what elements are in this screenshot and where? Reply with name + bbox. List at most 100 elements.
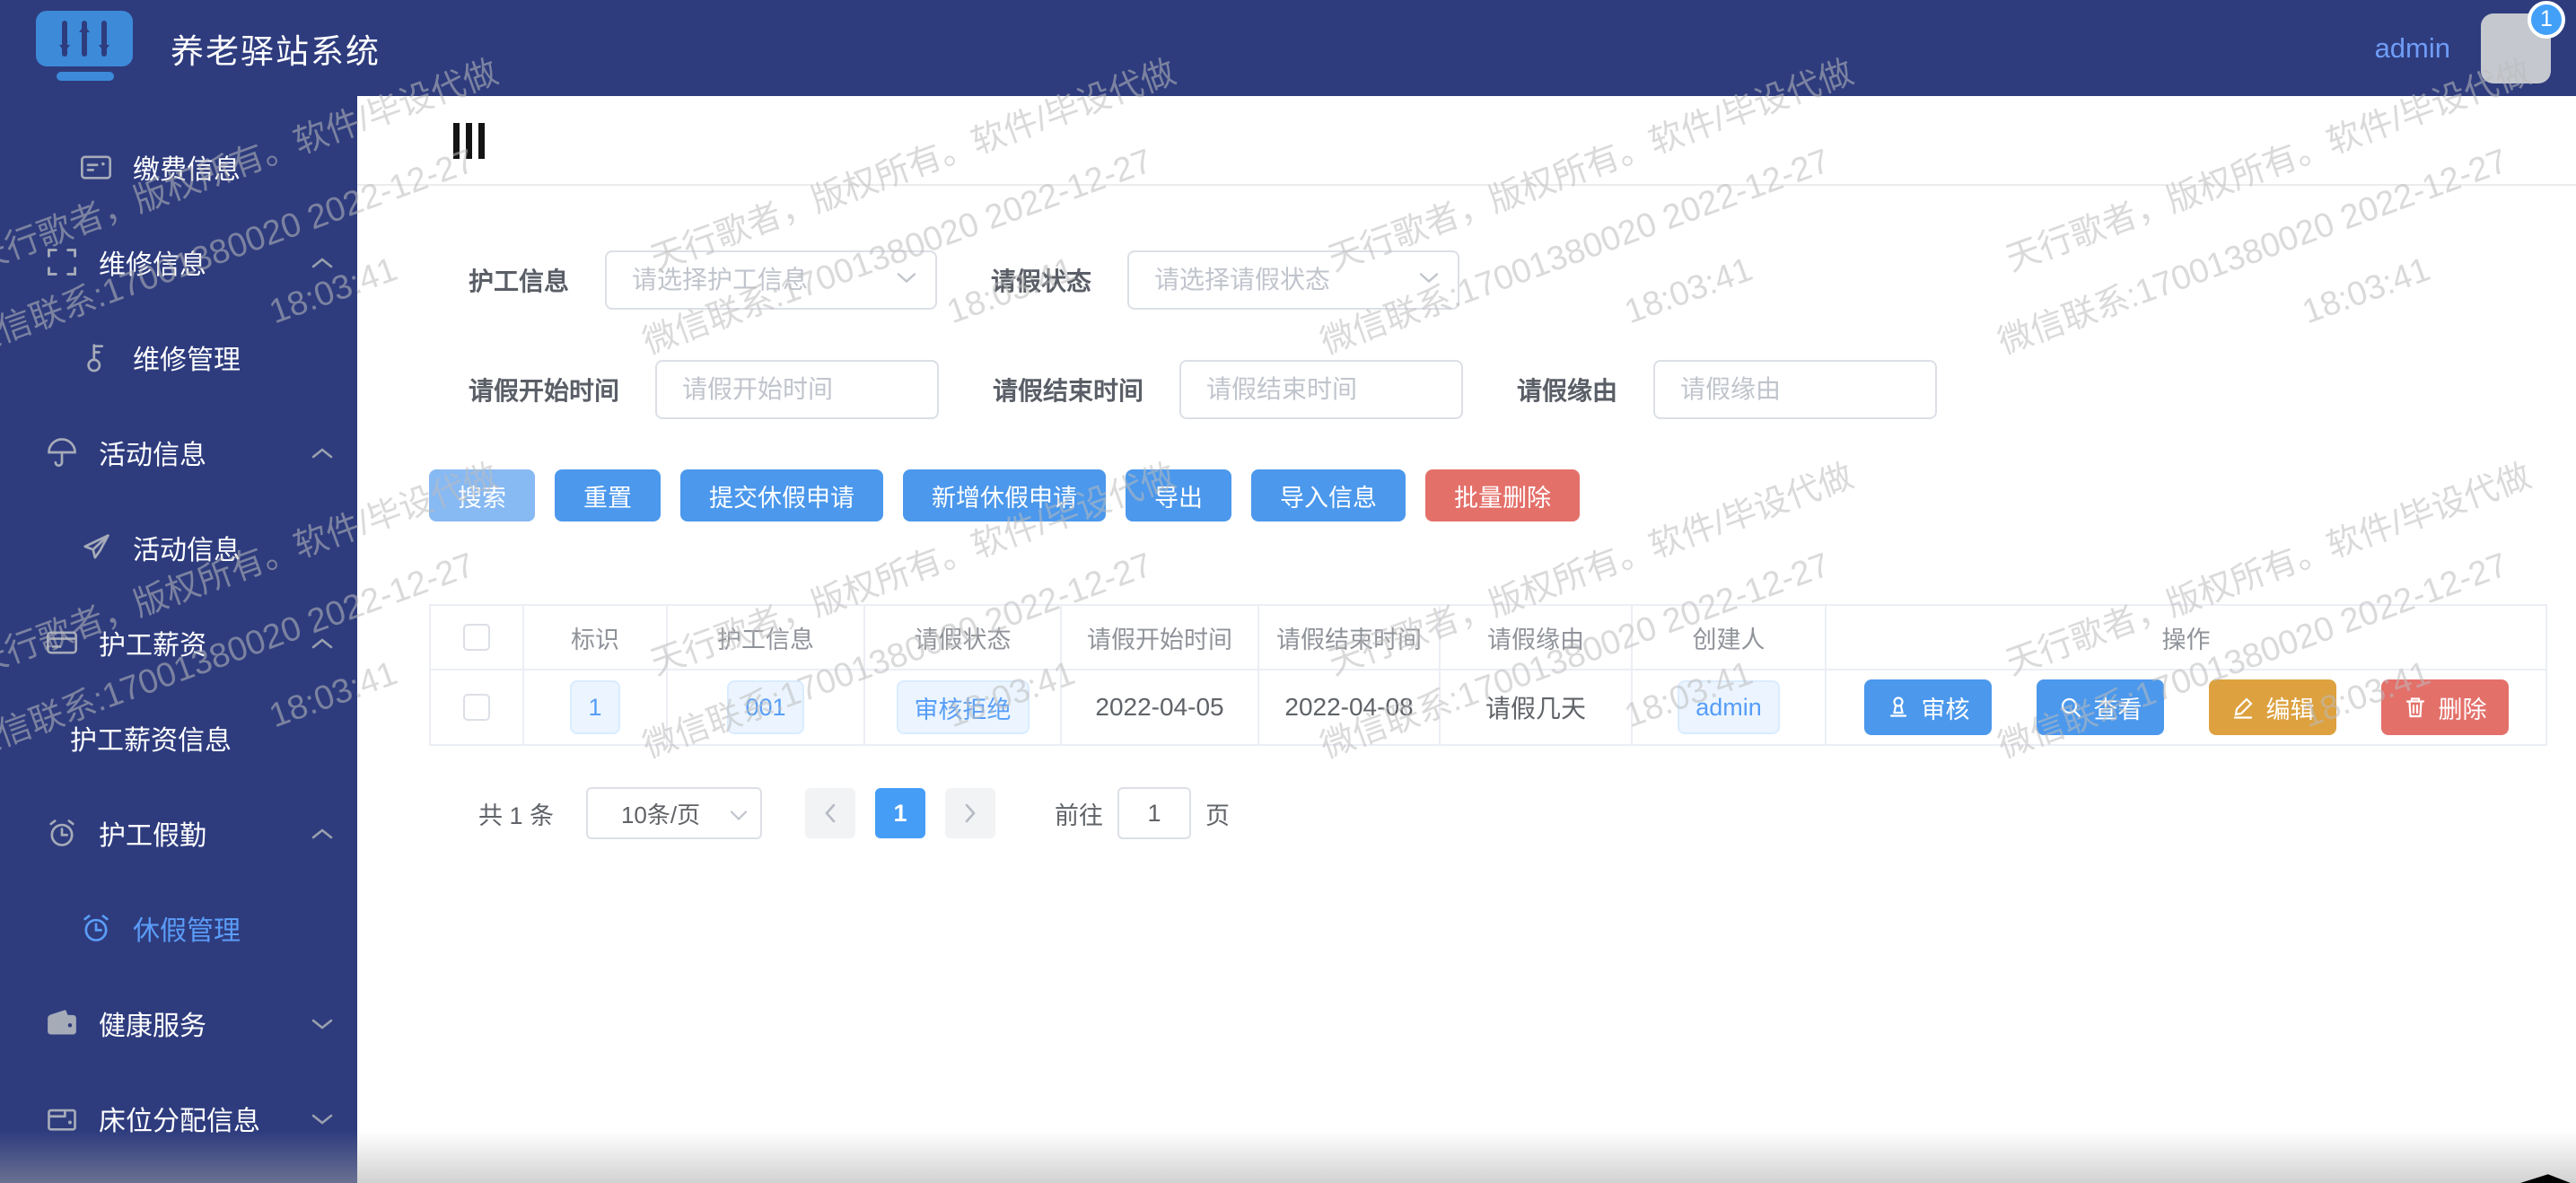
page-unit-label: 页 xyxy=(1205,796,1230,831)
sidebar-item-label: 活动信息 xyxy=(99,433,206,472)
delete-button[interactable]: 删除 xyxy=(2381,679,2509,735)
umbrella-icon xyxy=(45,435,79,469)
export-button[interactable]: 导出 xyxy=(1126,469,1231,521)
submit-leave-button[interactable]: 提交休假申请 xyxy=(680,469,883,521)
leave-table: 标识 护工信息 请假状态 请假开始时间 请假结束时间 请假缘由 创建人 操作 1… xyxy=(429,604,2547,746)
stamp-icon xyxy=(1886,695,1911,720)
chevron-right-icon xyxy=(963,802,977,824)
next-page-button[interactable] xyxy=(945,788,995,838)
view-button[interactable]: 查看 xyxy=(2037,679,2164,735)
chevron-up-icon xyxy=(311,818,334,848)
creator-tag: admin xyxy=(1678,680,1780,734)
reason-label: 请假缘由 xyxy=(1517,372,1617,407)
alarm-clock-icon xyxy=(79,911,113,945)
end-date-cell: 2022-04-08 xyxy=(1259,670,1441,744)
app-logo-icon xyxy=(36,11,135,86)
caregiver-filter-label: 护工信息 xyxy=(469,262,569,298)
edit-icon xyxy=(2230,695,2256,720)
select-all-checkbox[interactable] xyxy=(463,624,490,651)
filter-form: 护工信息 请假状态 xyxy=(469,250,2576,419)
row-actions: 审核 查看 编辑 删除 xyxy=(1864,679,2509,735)
sidebar-item-label: 护工假勤 xyxy=(99,813,206,853)
start-date-input[interactable] xyxy=(655,360,939,419)
end-date-input[interactable] xyxy=(1179,360,1463,419)
sidebar-item-label: 休假管理 xyxy=(133,908,241,948)
postcard-icon xyxy=(79,150,113,184)
column-header: 标识 xyxy=(524,606,668,669)
sidebar-item-payment-info[interactable]: 缴费信息 xyxy=(0,119,357,215)
batch-delete-button[interactable]: 批量删除 xyxy=(1425,469,1580,521)
bank-card-icon xyxy=(45,626,79,660)
caregiver-tag: 001 xyxy=(727,680,803,734)
start-date-label: 请假开始时间 xyxy=(469,372,619,407)
sidebar-item-caregiver-salary-info[interactable]: 护工薪资信息 xyxy=(0,690,357,785)
end-date-field[interactable] xyxy=(1179,360,1463,419)
reason-input[interactable] xyxy=(1653,360,1937,419)
caregiver-select-input[interactable] xyxy=(605,250,937,310)
status-filter-label: 请假状态 xyxy=(991,262,1091,298)
sidebar-item-label: 护工薪资 xyxy=(99,623,206,662)
import-button[interactable]: 导入信息 xyxy=(1251,469,1406,521)
column-header: 请假开始时间 xyxy=(1062,606,1259,669)
sidebar-item-activity-info-parent[interactable]: 活动信息 xyxy=(0,405,357,500)
table-row: 1 001 审核拒绝 2022-04-05 2022-04-08 请假几天 ad… xyxy=(431,669,2545,744)
suitcase-icon xyxy=(45,1101,79,1135)
wallet-icon xyxy=(45,1006,79,1040)
review-button[interactable]: 审核 xyxy=(1864,679,1992,735)
page: 养老驿站系统 admin 1 缴费信息 维修信息 xyxy=(0,0,2576,1183)
table-header-row: 标识 护工信息 请假状态 请假开始时间 请假结束时间 请假缘由 创建人 操作 xyxy=(431,606,2545,669)
status-select-input[interactable] xyxy=(1127,250,1459,310)
chevron-down-icon xyxy=(311,1008,334,1038)
column-header: 创建人 xyxy=(1633,606,1827,669)
collapse-sidebar-icon[interactable] xyxy=(453,123,485,159)
sidebar-item-leave-manage[interactable]: 休假管理 xyxy=(0,881,357,976)
column-header: 护工信息 xyxy=(668,606,865,669)
sidebar-item-caregiver-attendance[interactable]: 护工假勤 xyxy=(0,785,357,881)
add-leave-button[interactable]: 新增休假申请 xyxy=(903,469,1106,521)
prev-page-button[interactable] xyxy=(805,788,855,838)
column-header: 请假结束时间 xyxy=(1259,606,1441,669)
avatar[interactable]: 1 xyxy=(2481,13,2551,83)
sidebar-item-activity-info[interactable]: 活动信息 xyxy=(0,500,357,595)
username[interactable]: admin xyxy=(2375,32,2450,65)
send-icon xyxy=(79,530,113,565)
main-topbar xyxy=(357,96,2576,186)
app-header: 养老驿站系统 admin 1 xyxy=(0,0,2576,96)
sidebar-item-caregiver-salary[interactable]: 护工薪资 xyxy=(0,595,357,690)
page-number-1[interactable]: 1 xyxy=(875,788,925,838)
sidebar-item-label: 护工薪资信息 xyxy=(70,718,232,758)
pagination: 共 1 条 1 前往 页 xyxy=(478,787,2576,839)
key-icon xyxy=(79,340,113,374)
id-tag: 1 xyxy=(570,680,619,734)
column-header: 请假缘由 xyxy=(1441,606,1633,669)
caregiver-select[interactable] xyxy=(605,250,937,310)
sidebar: 缴费信息 维修信息 维修管理 活动信息 xyxy=(0,96,357,1183)
chevron-up-icon xyxy=(311,247,334,277)
total-count: 共 1 条 xyxy=(478,796,554,831)
search-icon xyxy=(2058,695,2083,720)
chevron-up-icon xyxy=(311,627,334,658)
sidebar-item-repair-info[interactable]: 维修信息 xyxy=(0,215,357,310)
sidebar-item-health-service[interactable]: 健康服务 xyxy=(0,976,357,1071)
trash-icon xyxy=(2403,695,2428,720)
page-size-value[interactable] xyxy=(586,787,762,839)
sidebar-item-label: 维修信息 xyxy=(99,242,206,282)
sidebar-item-repair-manage[interactable]: 维修管理 xyxy=(0,310,357,405)
sidebar-item-label: 床位分配信息 xyxy=(99,1099,260,1138)
page-size-select[interactable] xyxy=(586,787,762,839)
column-header: 操作 xyxy=(1827,606,2545,669)
chevron-up-icon xyxy=(311,437,334,468)
sidebar-item-bed-allocation[interactable]: 床位分配信息 xyxy=(0,1071,357,1166)
reason-field[interactable] xyxy=(1653,360,1937,419)
toolbar: 搜索 重置 提交休假申请 新增休假申请 导出 导入信息 批量删除 xyxy=(429,469,2576,521)
goto-page-input[interactable] xyxy=(1117,787,1191,839)
start-date-field[interactable] xyxy=(655,360,939,419)
reset-button[interactable]: 重置 xyxy=(555,469,661,521)
sidebar-item-label: 维修管理 xyxy=(133,337,241,377)
search-button[interactable]: 搜索 xyxy=(429,469,535,521)
edit-button[interactable]: 编辑 xyxy=(2209,679,2336,735)
status-tag: 审核拒绝 xyxy=(897,680,1030,734)
row-checkbox[interactable] xyxy=(463,694,490,721)
status-select[interactable] xyxy=(1127,250,1459,310)
fullscreen-icon xyxy=(45,245,79,279)
